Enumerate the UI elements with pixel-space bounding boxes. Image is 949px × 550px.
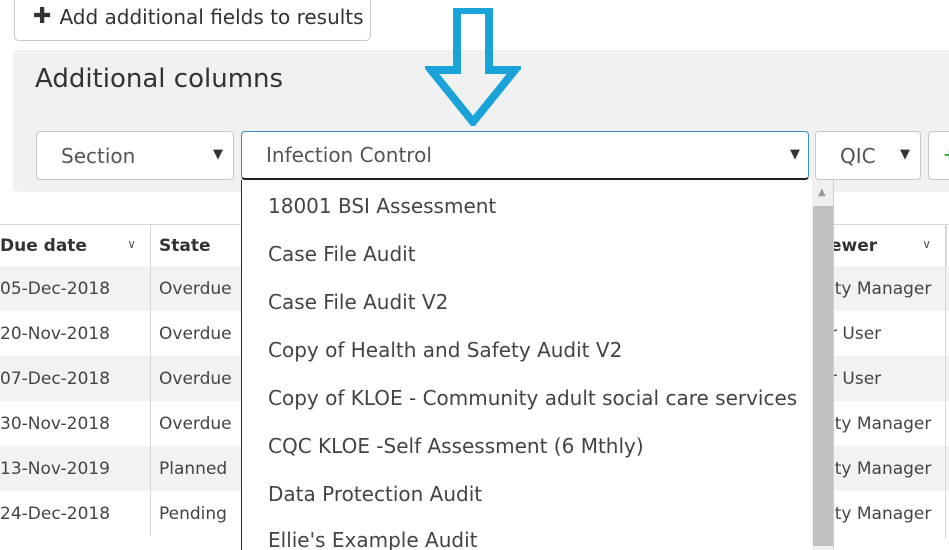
chevron-down-icon[interactable]: ∨ [922, 237, 931, 251]
state-cell: Planned [150, 446, 227, 491]
due-date-cell: 05-Dec-2018 [0, 278, 111, 299]
dropdown-option[interactable]: Data Protection Audit [268, 482, 482, 506]
scrollbar-thumb[interactable] [813, 206, 833, 546]
section-select-value: Section [61, 143, 136, 168]
plus-icon: ✚ [33, 3, 52, 29]
qic-select[interactable]: QIC ▼ [815, 131, 921, 180]
add-icon: + [943, 145, 949, 164]
column-header-state[interactable]: State [150, 225, 242, 267]
state-cell: Overdue [150, 401, 232, 446]
state-cell: Overdue [150, 356, 232, 401]
add-fields-label: Add additional fields to results [59, 4, 364, 29]
due-date-cell: 07-Dec-2018 [0, 368, 111, 389]
due-date-cell: 24-Dec-2018 [0, 503, 111, 524]
add-fields-button[interactable]: ✚ Add additional fields to results [14, 0, 371, 41]
scroll-up-icon[interactable]: ▲ [818, 187, 826, 198]
column-divider [945, 224, 946, 539]
survey-dropdown-list[interactable]: 18001 BSI Assessment Case File Audit Cas… [241, 180, 834, 550]
section-select[interactable]: Section ▼ [36, 131, 234, 180]
caret-down-icon: ▼ [213, 147, 223, 162]
due-date-cell: 30-Nov-2018 [0, 413, 110, 434]
due-date-header-label: Due date [0, 236, 87, 256]
dropdown-option[interactable]: Ellie's Example Audit [268, 528, 477, 550]
due-date-cell: 13-Nov-2019 [0, 458, 110, 479]
dropdown-option[interactable]: CQC KLOE -Self Assessment (6 Mthly) [268, 434, 644, 458]
state-cell: Pending [150, 491, 227, 536]
dropdown-option[interactable]: Case File Audit V2 [268, 290, 448, 314]
down-arrow-icon [425, 8, 521, 126]
caret-down-icon: ▼ [900, 147, 910, 162]
qic-select-value: QIC [840, 143, 876, 168]
due-date-cell: 20-Nov-2018 [0, 323, 110, 344]
column-header-due-date[interactable]: Due date ∨ [0, 225, 150, 267]
chevron-down-icon[interactable]: ∨ [127, 237, 136, 251]
column-divider [946, 225, 947, 267]
dropdown-option[interactable]: Case File Audit [268, 242, 416, 266]
dropdown-option[interactable]: Copy of Health and Safety Audit V2 [268, 338, 622, 362]
dropdown-option[interactable]: 18001 BSI Assessment [268, 194, 496, 218]
state-cell: Overdue [150, 266, 232, 311]
state-cell: Overdue [150, 311, 232, 356]
add-column-button[interactable]: + [928, 131, 949, 180]
dropdown-option[interactable]: Copy of KLOE - Community adult social ca… [268, 386, 797, 410]
panel-title: Additional columns [35, 64, 284, 94]
state-header-label: State [159, 236, 211, 256]
dropdown-scrollbar[interactable]: ▲ [812, 180, 833, 550]
caret-down-icon: ▼ [790, 147, 800, 162]
survey-select-value: Infection Control [266, 143, 432, 167]
survey-select[interactable]: Infection Control ▼ [241, 131, 809, 180]
reviewer-header-label: ewer [830, 236, 878, 256]
